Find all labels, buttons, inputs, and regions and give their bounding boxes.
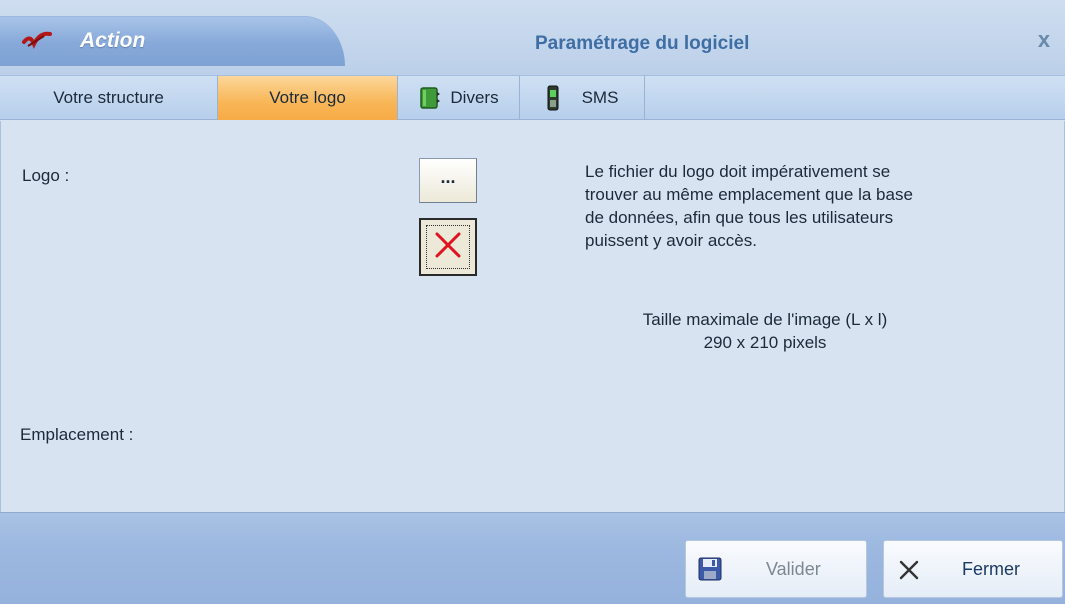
close-icon[interactable]: x bbox=[1034, 29, 1054, 51]
delete-logo-button[interactable] bbox=[419, 218, 477, 276]
browse-button[interactable]: ... bbox=[419, 158, 477, 203]
app-name: Action bbox=[80, 29, 146, 52]
tab-label: Votre structure bbox=[53, 88, 164, 107]
validate-label: Valider bbox=[766, 559, 821, 579]
close-label: Fermer bbox=[962, 559, 1020, 579]
location-label: Emplacement : bbox=[20, 425, 134, 444]
info-line: trouver au même emplacement que la base bbox=[585, 185, 913, 204]
tab-votre-logo[interactable]: Votre logo bbox=[218, 76, 398, 120]
size-info: Taille maximale de l'image (L x l) 290 x… bbox=[585, 308, 945, 354]
tab-bar: Votre structure Votre logo Divers SMS bbox=[0, 75, 1065, 120]
info-line: de données, afin que tous les utilisateu… bbox=[585, 208, 894, 227]
logo-label: Logo : bbox=[22, 166, 70, 185]
validate-button[interactable]: Valider bbox=[685, 540, 867, 598]
tab-sms[interactable]: SMS bbox=[520, 76, 645, 120]
tab-label: SMS bbox=[581, 88, 619, 107]
tab-divers[interactable]: Divers bbox=[398, 76, 520, 120]
tab-label: Divers bbox=[450, 88, 499, 107]
window-title: Paramétrage du logiciel bbox=[535, 33, 750, 54]
title-bar: Action Paramétrage du logiciel x bbox=[0, 0, 1065, 83]
tab-label: Votre logo bbox=[269, 88, 346, 107]
logo-info-text: Le fichier du logo doit impérativement s… bbox=[585, 160, 1005, 252]
footer-bar: Valider Fermer bbox=[0, 512, 1065, 604]
mobile-phone-icon bbox=[546, 85, 560, 111]
red-x-icon bbox=[431, 228, 465, 267]
size-value: 290 x 210 pixels bbox=[703, 333, 827, 352]
floppy-disk-icon bbox=[698, 557, 722, 586]
info-line: puissent y avoir accès. bbox=[585, 231, 757, 250]
x-icon bbox=[898, 559, 920, 586]
tab-votre-structure[interactable]: Votre structure bbox=[0, 76, 218, 120]
green-book-icon bbox=[418, 86, 442, 110]
size-title: Taille maximale de l'image (L x l) bbox=[642, 310, 888, 329]
info-line: Le fichier du logo doit impérativement s… bbox=[585, 162, 891, 181]
browse-button-label: ... bbox=[440, 166, 456, 187]
red-check-icon bbox=[20, 30, 54, 52]
close-button[interactable]: Fermer bbox=[883, 540, 1063, 598]
